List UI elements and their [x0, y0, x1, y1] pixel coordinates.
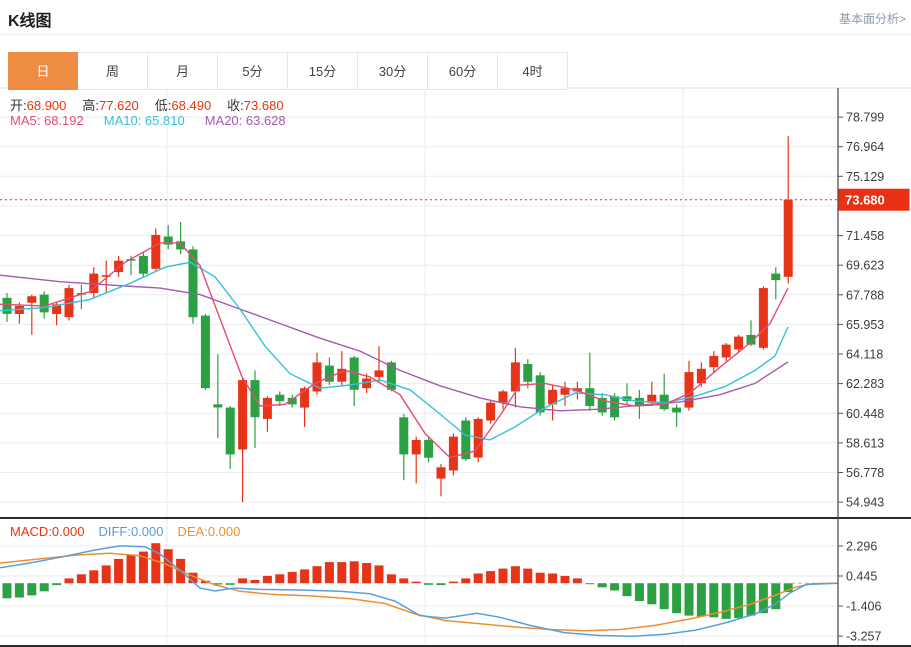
- axis-tick-label: 78.799: [846, 111, 884, 125]
- kline-page: { "header": { "title": "K线图", "link": "基…: [0, 0, 911, 647]
- axis-tick-label: 65.953: [846, 318, 884, 332]
- macd-item: MACD:0.000: [10, 524, 84, 539]
- tab-4时[interactable]: 4时: [498, 52, 568, 90]
- axis-tick-label: 64.118: [846, 348, 883, 362]
- axis-tick-label: 60.448: [846, 407, 884, 421]
- axes: [0, 88, 911, 646]
- tab-15分[interactable]: 15分: [288, 52, 358, 90]
- fundamental-analysis-link[interactable]: 基本面分析>: [839, 10, 906, 27]
- ma-item: MA5: 68.192: [10, 113, 84, 128]
- axis-tick-label: 58.613: [846, 436, 884, 450]
- title-divider: [0, 34, 911, 35]
- ohlc-legend: 开:68.900 高:77.620 低:68.490 收:73.680: [10, 95, 284, 114]
- tab-30分[interactable]: 30分: [358, 52, 428, 90]
- page-title: K线图: [8, 7, 52, 31]
- ohlc-item: 收:73.680: [227, 95, 283, 114]
- axis-tick-label: 71.458: [846, 229, 884, 243]
- candles-layer: [3, 136, 793, 502]
- axis-tick-label: 0.445: [846, 570, 877, 584]
- axis-tick-label: 76.964: [846, 140, 884, 154]
- axis-tick-label: 75.129: [846, 170, 884, 184]
- ohlc-item: 低:68.490: [155, 95, 211, 114]
- ohlc-item: 高:77.620: [82, 95, 138, 114]
- tab-月[interactable]: 月: [148, 52, 218, 90]
- axis-tick-label: -1.406: [846, 600, 881, 614]
- axis-tick-label: 69.623: [846, 259, 884, 273]
- axis-tick-label: 56.778: [846, 466, 884, 480]
- tab-日[interactable]: 日: [8, 52, 78, 90]
- price-tag-label: 73.680: [845, 193, 885, 208]
- axis-tick-label: 54.943: [846, 496, 884, 510]
- axis-tick-label: -3.257: [846, 630, 881, 644]
- axis-tick-label: 2.296: [846, 540, 877, 554]
- tab-60分[interactable]: 60分: [428, 52, 498, 90]
- ma-item: MA10: 65.810: [104, 113, 185, 128]
- ma-legend: MA5: 68.192 MA10: 65.810 MA20: 63.628: [10, 113, 286, 128]
- ohlc-item: 开:68.900: [10, 95, 66, 114]
- axis-tick-label: 62.283: [846, 377, 884, 391]
- axis-tick-label: 67.788: [846, 288, 884, 302]
- macd-item: DIFF:0.000: [98, 524, 163, 539]
- price-tag: 73.680: [839, 189, 910, 211]
- macd-item: DEA:0.000: [177, 524, 240, 539]
- macd-legend: MACD:0.000 DIFF:0.000 DEA:0.000: [10, 524, 240, 539]
- ma-item: MA20: 63.628: [205, 113, 286, 128]
- interval-tab-bar: 日周月5分15分30分60分4时: [8, 52, 568, 90]
- tab-周[interactable]: 周: [78, 52, 148, 90]
- tab-5分[interactable]: 5分: [218, 52, 288, 90]
